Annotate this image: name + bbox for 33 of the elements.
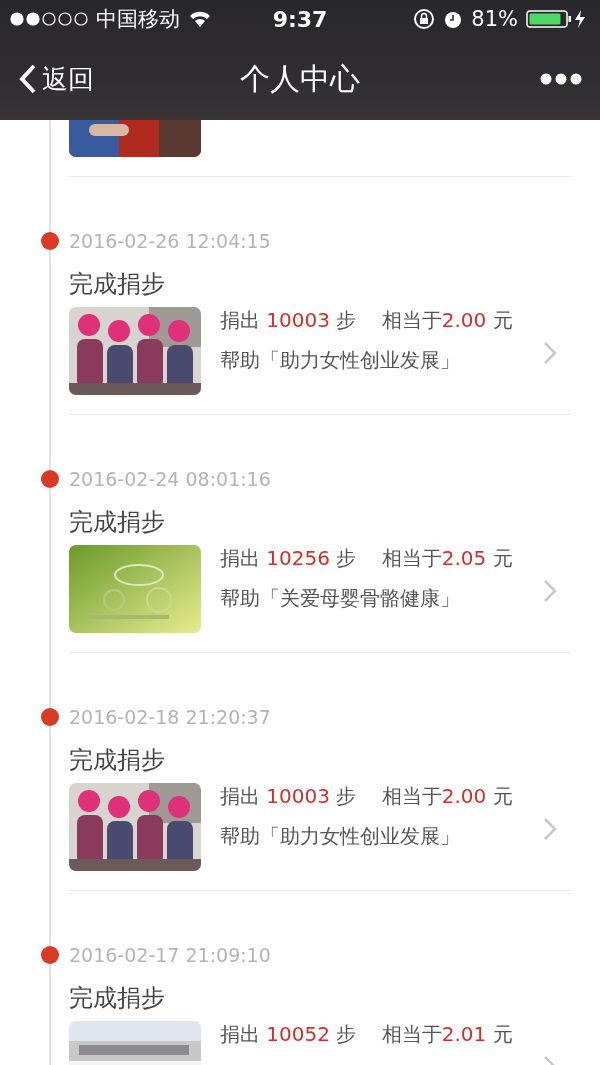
back-icon	[18, 63, 38, 95]
project-name: 帮助「助力女性创业发展」	[220, 348, 460, 372]
timeline-dot	[41, 232, 59, 250]
project-name: 帮助「关爱母婴骨骼健康」	[220, 586, 460, 610]
entry-title: 完成捐步	[69, 745, 166, 775]
page-title: 个人中心	[240, 59, 360, 98]
project-name: 帮助「助力女性创业发展」	[220, 824, 460, 848]
wifi-icon	[188, 10, 212, 28]
more-icon[interactable]	[540, 73, 582, 85]
status-time: 9:37	[272, 6, 328, 32]
chevron-icon[interactable]	[543, 579, 557, 603]
donation-summary: 捐出 10003 步 相当于2.00 元	[220, 308, 513, 332]
alarm-icon	[443, 9, 464, 29]
chevron-icon[interactable]	[543, 817, 557, 841]
timeline-dot	[41, 470, 59, 488]
timeline-dot	[41, 708, 59, 726]
donation-summary: 捐出 10003 步 相当于2.00 元	[220, 784, 513, 808]
carrier-name: 中国移动	[96, 6, 180, 33]
entry-date: 2016-02-17 21:09:10	[69, 944, 271, 966]
chevron-icon[interactable]	[543, 341, 557, 365]
entry-title: 完成捐步	[69, 507, 166, 537]
entry-title: 完成捐步	[69, 983, 166, 1013]
donation-summary: 捐出 10256 步 相当于2.05 元	[220, 546, 513, 570]
entry-title: 完成捐步	[69, 269, 166, 299]
signal-icon	[10, 12, 88, 26]
entry-date: 2016-02-26 12:04:15	[69, 230, 271, 252]
donation-summary: 捐出 10052 步 相当于2.01 元	[220, 1022, 513, 1046]
battery-percent: 81%	[471, 7, 518, 31]
rotation-lock-icon	[413, 8, 436, 30]
back-button[interactable]: 返回	[18, 61, 128, 97]
timeline-dot	[41, 946, 59, 964]
entry-date: 2016-02-24 08:01:16	[69, 468, 271, 490]
entry-date: 2016-02-18 21:20:37	[69, 706, 271, 728]
